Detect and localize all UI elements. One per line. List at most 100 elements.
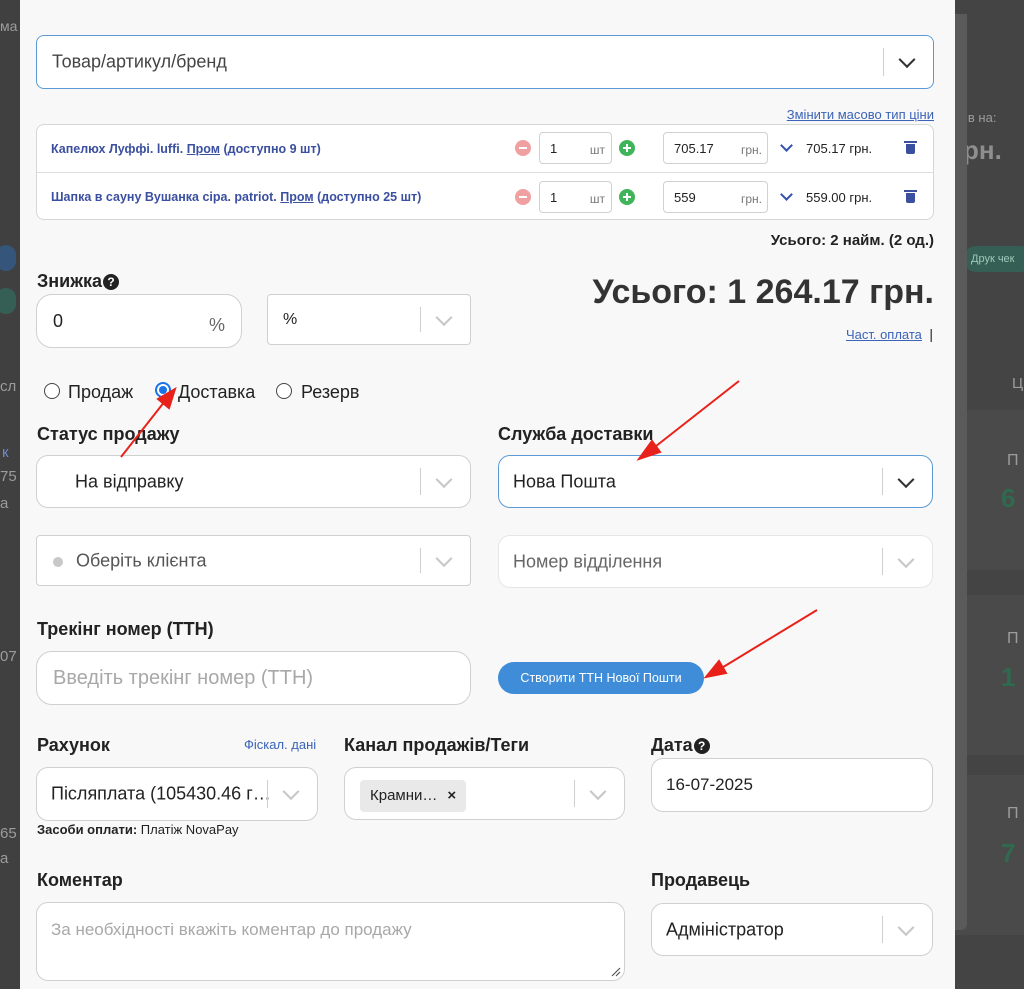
bg-left-snippet: 75: [0, 468, 17, 485]
product-source-link[interactable]: Пром: [187, 142, 220, 156]
price-currency: грн.: [740, 192, 762, 206]
chevron-down-icon[interactable]: [282, 783, 300, 801]
bg-gray-letter: П: [1007, 452, 1019, 469]
product-search-select[interactable]: Товар/артикул/бренд: [36, 35, 934, 89]
plus-circle-icon[interactable]: [619, 189, 635, 205]
line-sum: 705.17 грн.: [806, 141, 873, 156]
channel-select[interactable]: Крамни… ×: [344, 767, 625, 820]
bg-right-pill: Друк чек: [963, 246, 1024, 272]
plus-circle-icon[interactable]: [619, 140, 635, 156]
chevron-down-icon[interactable]: [897, 470, 915, 488]
sale-status-label: Статус продажу: [37, 424, 180, 444]
product-availability: (доступно 9 шт): [223, 142, 321, 156]
discount-input[interactable]: 0 %: [36, 294, 242, 348]
tracking-label: Трекінг номер (ТТН): [37, 619, 214, 639]
price-currency: грн.: [740, 143, 762, 157]
product-table: Капелюх Луффі. luffi. Пром (доступно 9 ш…: [36, 124, 934, 220]
quantity-value: 1: [550, 190, 558, 205]
delivery-service-select[interactable]: Нова Пошта: [498, 455, 933, 508]
product-source-link[interactable]: Пром: [280, 190, 313, 204]
sale-status-value: На відправку: [75, 471, 184, 491]
modal-scrollbar[interactable]: [955, 14, 967, 930]
tracking-placeholder: Введіть трекінг номер (ТТН): [53, 667, 314, 689]
resize-handle-icon[interactable]: [611, 967, 621, 977]
bg-left-snippet: 07: [0, 648, 17, 665]
price-input[interactable]: 705.17 грн.: [663, 132, 768, 164]
product-name[interactable]: Шапка в сауну Вушанка сіра. patriot. Про…: [51, 190, 421, 204]
trash-icon[interactable]: [904, 141, 917, 154]
minus-circle-icon[interactable]: [515, 189, 531, 205]
date-label-text: Дата: [651, 735, 693, 755]
quantity-unit: шт: [589, 143, 605, 157]
select-separator: [883, 48, 884, 76]
partial-payment: Част. оплата |: [846, 326, 933, 344]
quantity-input[interactable]: 1 шт: [539, 132, 612, 164]
tracking-input[interactable]: Введіть трекінг номер (ТТН): [36, 651, 471, 705]
create-ttn-button[interactable]: Створити ТТН Нової Пошти: [498, 662, 704, 694]
table-row: Шапка в сауну Вушанка сіра. patriot. Про…: [37, 172, 933, 219]
branch-select[interactable]: Номер відділення: [498, 535, 933, 588]
price-value: 705.17: [674, 141, 714, 156]
price-value: 559: [674, 190, 696, 205]
select-separator: [574, 780, 575, 807]
date-label: Дата?: [651, 735, 710, 756]
select-separator: [420, 548, 421, 573]
fiscal-data-link[interactable]: Фіскал. дані: [244, 737, 316, 752]
discount-suffix: %: [208, 315, 225, 335]
select-separator: [882, 468, 883, 495]
channel-tag-label: Крамни…: [370, 787, 438, 804]
sale-status-select[interactable]: На відправку: [36, 455, 471, 508]
chevron-down-icon[interactable]: [435, 470, 453, 488]
discount-value: 0: [53, 311, 64, 331]
quantity-unit: шт: [589, 192, 605, 206]
radio-sale-label[interactable]: Продаж: [68, 382, 133, 403]
radio-sale[interactable]: [44, 383, 60, 399]
help-icon[interactable]: ?: [103, 274, 119, 290]
chevron-down-icon[interactable]: [898, 51, 916, 69]
close-icon[interactable]: ×: [447, 787, 456, 804]
chevron-down-icon[interactable]: [897, 918, 915, 936]
chevron-down-icon[interactable]: [589, 782, 607, 800]
seller-select[interactable]: Адміністратор: [651, 903, 933, 956]
product-name[interactable]: Капелюх Луффі. luffi. Пром (доступно 9 ш…: [51, 142, 321, 156]
radio-reserve-label[interactable]: Резерв: [301, 382, 359, 403]
sale-modal: Товар/артикул/бренд Змінити масово тип ц…: [20, 0, 955, 989]
bg-right-header: ів на:: [965, 110, 997, 125]
price-type-chevron-icon[interactable]: [780, 188, 793, 201]
account-label: Рахунок: [37, 735, 110, 755]
partial-payment-link[interactable]: Част. оплата: [846, 327, 922, 342]
minus-circle-icon[interactable]: [515, 140, 531, 156]
help-icon[interactable]: ?: [693, 738, 710, 754]
chevron-down-icon[interactable]: [897, 550, 915, 568]
bg-left-pill-2: [0, 288, 16, 314]
background-left-column: ма сл к 75 а 07 65 а: [0, 0, 20, 989]
product-title[interactable]: Капелюх Луффі. luffi.: [51, 142, 183, 156]
discount-label: Знижка?: [37, 271, 119, 292]
account-select[interactable]: Післяплата (105430.46 г…: [36, 767, 318, 821]
bg-left-snippet: а: [0, 850, 9, 867]
client-placeholder: Оберіть клієнта: [76, 550, 207, 570]
comment-placeholder: За необхідності вкажіть коментар до прод…: [51, 920, 412, 939]
price-input[interactable]: 559 грн.: [663, 181, 768, 213]
chevron-down-icon[interactable]: [435, 549, 453, 567]
radio-delivery[interactable]: [155, 382, 171, 398]
delivery-service-label: Служба доставки: [498, 424, 654, 444]
price-type-chevron-icon[interactable]: [780, 139, 793, 152]
bg-gray-letter: П: [1007, 805, 1019, 822]
bg-green-value: 1: [1001, 662, 1016, 692]
client-select[interactable]: Оберіть клієнта: [36, 535, 471, 586]
discount-type-select[interactable]: %: [267, 294, 471, 345]
date-input[interactable]: 16-07-2025: [651, 758, 933, 812]
comment-textarea[interactable]: За необхідності вкажіть коментар до прод…: [36, 902, 625, 981]
bg-green-value: 7: [1001, 838, 1016, 868]
chevron-down-icon[interactable]: [435, 308, 453, 326]
product-title[interactable]: Шапка в сауну Вушанка сіра. patriot.: [51, 190, 277, 204]
radio-reserve[interactable]: [276, 383, 292, 399]
quantity-input[interactable]: 1 шт: [539, 181, 612, 213]
grand-total: Усього: 1 264.17 грн.: [592, 273, 934, 311]
trash-icon[interactable]: [904, 190, 917, 203]
line-sum: 559.00 грн.: [806, 190, 873, 205]
radio-delivery-label[interactable]: Доставка: [178, 382, 255, 403]
discount-type-value: %: [283, 310, 298, 328]
bulk-price-type-link[interactable]: Змінити масово тип ціни: [787, 107, 934, 122]
